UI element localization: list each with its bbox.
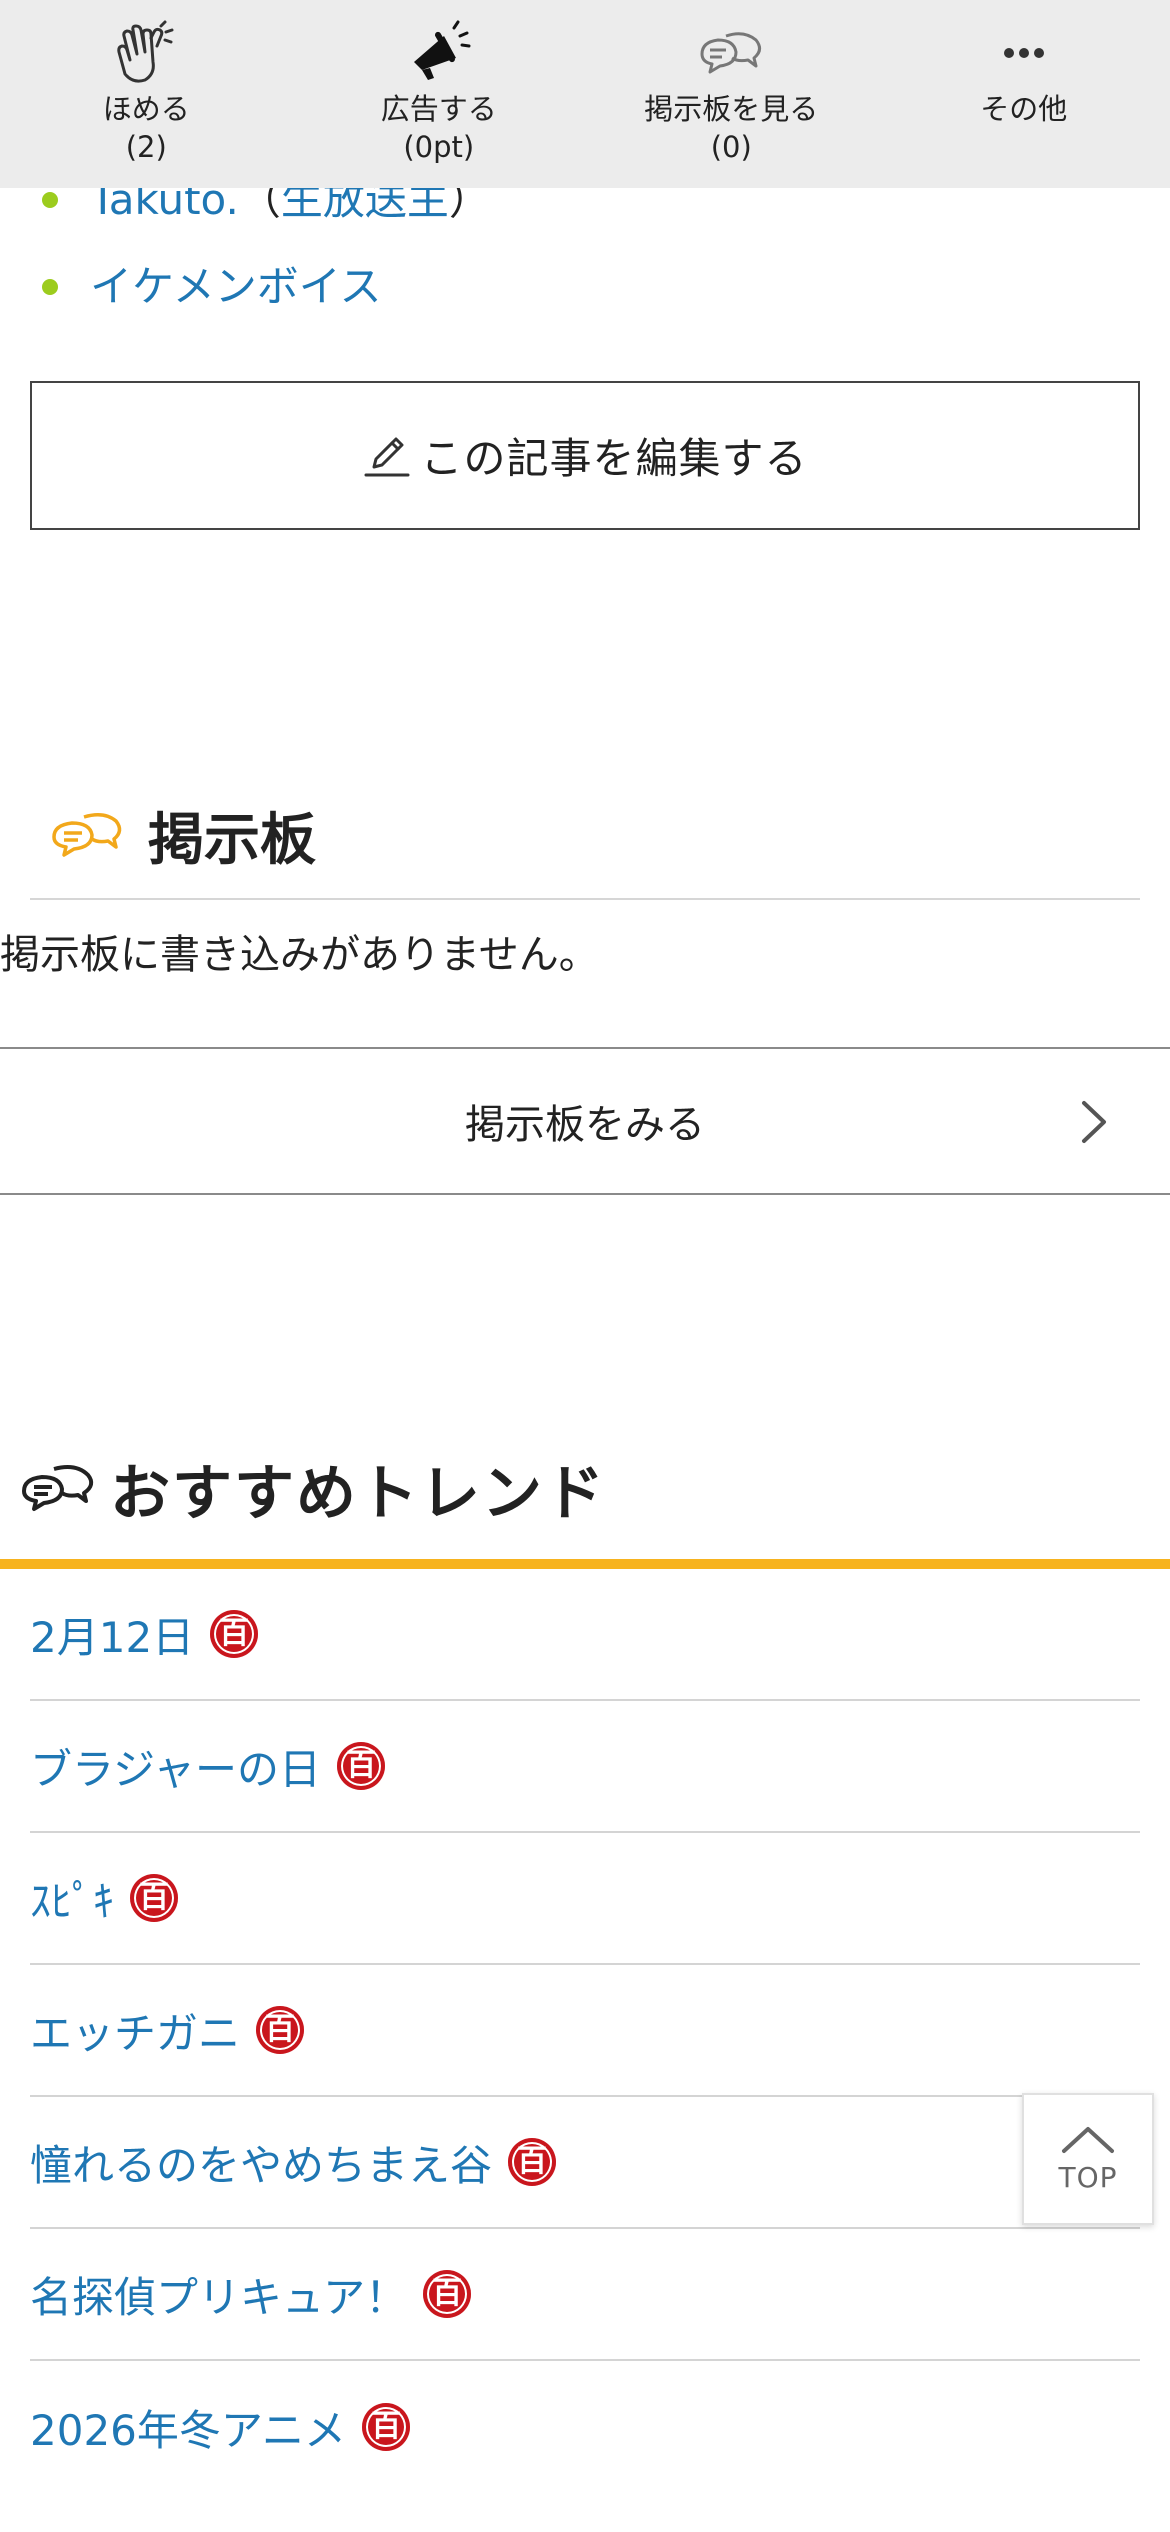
encyclopedia-badge-icon: 百 [256,2006,305,2054]
edit-article-button[interactable]: この記事を編集する [30,381,1140,530]
bbs-title: 掲示板 [148,807,316,873]
trend-link[interactable]: 2月12日 [30,1604,194,1665]
bbs-empty-message: 掲示板に書き込みがありません。 [0,932,599,978]
trend-link[interactable]: ブラジャーの日 [30,1736,321,1797]
praise-count: (2) [125,130,167,164]
bullet-icon [42,192,58,208]
pencil-icon [364,437,410,476]
view-bbs-link[interactable]: 掲示板をみる [0,1047,1170,1195]
chevron-up-icon [1062,2126,1114,2153]
trends-header: おすすめトレンド [20,1440,606,1536]
scroll-to-top-label: TOP [1058,2160,1118,2194]
view-bbs-button[interactable]: 掲示板を見る (0) [585,0,878,188]
megaphone-icon [413,20,471,80]
clap-hands-icon [117,20,174,83]
scroll-to-top-button[interactable]: TOP [1022,2093,1154,2225]
praise-button[interactable]: ほめる (2) [0,0,293,188]
list-item[interactable]: 2026年冬アニメ 百 [30,2361,1140,2493]
encyclopedia-badge-icon: 百 [423,2270,472,2318]
action-bar: ほめる (2) 広告する (0pt) 掲示板を見る (0) その他 [0,0,1170,188]
chat-bubbles-icon [22,1465,94,1511]
trend-link[interactable]: ｽﾋﾟｷ [30,1868,114,1929]
advertise-points: (0pt) [403,130,475,164]
list-item[interactable]: 憧れるのをやめちまえ谷 百 [30,2097,1140,2229]
encyclopedia-badge-icon: 百 [362,2403,411,2451]
trend-link[interactable]: エッチガニ [30,2000,240,2061]
list-item[interactable]: ｽﾋﾟｷ 百 [30,1833,1140,1965]
list-item[interactable]: エッチガニ 百 [30,1965,1140,2097]
ellipsis-icon [1003,48,1044,58]
chat-bubbles-icon [700,32,762,74]
trend-link[interactable]: 2026年冬アニメ [30,2397,346,2458]
chevron-right-icon [1082,1101,1106,1143]
bbs-header: 掲示板 [50,790,316,880]
encyclopedia-badge-icon: 百 [508,2138,557,2186]
bullet-icon [42,279,58,295]
praise-label: ほめる [102,92,190,126]
bbs-count: (0) [710,130,752,164]
encyclopedia-badge-icon: 百 [130,1874,179,1922]
list-item[interactable]: ブラジャーの日 百 [30,1701,1140,1833]
advertise-button[interactable]: 広告する (0pt) [293,0,586,188]
edit-article-label: この記事を編集する [420,434,808,483]
trend-link[interactable]: 名探偵プリキュア！ [30,2264,407,2325]
related-link[interactable]: イケメンボイス [90,262,381,311]
trends-accent-bar [0,1559,1170,1569]
view-bbs-link-label: 掲示板をみる [465,1102,705,1148]
divider [30,898,1140,900]
chat-bubbles-icon [52,813,122,857]
trends-title: おすすめトレンド [110,1458,606,1529]
list-item[interactable]: 2月12日 百 [30,1569,1140,1701]
more-label: その他 [980,92,1068,126]
more-button[interactable]: その他 [878,0,1170,188]
view-bbs-label: 掲示板を見る [644,92,819,126]
encyclopedia-badge-icon: 百 [210,1610,259,1658]
encyclopedia-badge-icon: 百 [337,1742,386,1790]
trend-link[interactable]: 憧れるのをやめちまえ谷 [30,2132,492,2193]
list-item[interactable]: 名探偵プリキュア！ 百 [30,2229,1140,2361]
advertise-label: 広告する [380,92,497,126]
